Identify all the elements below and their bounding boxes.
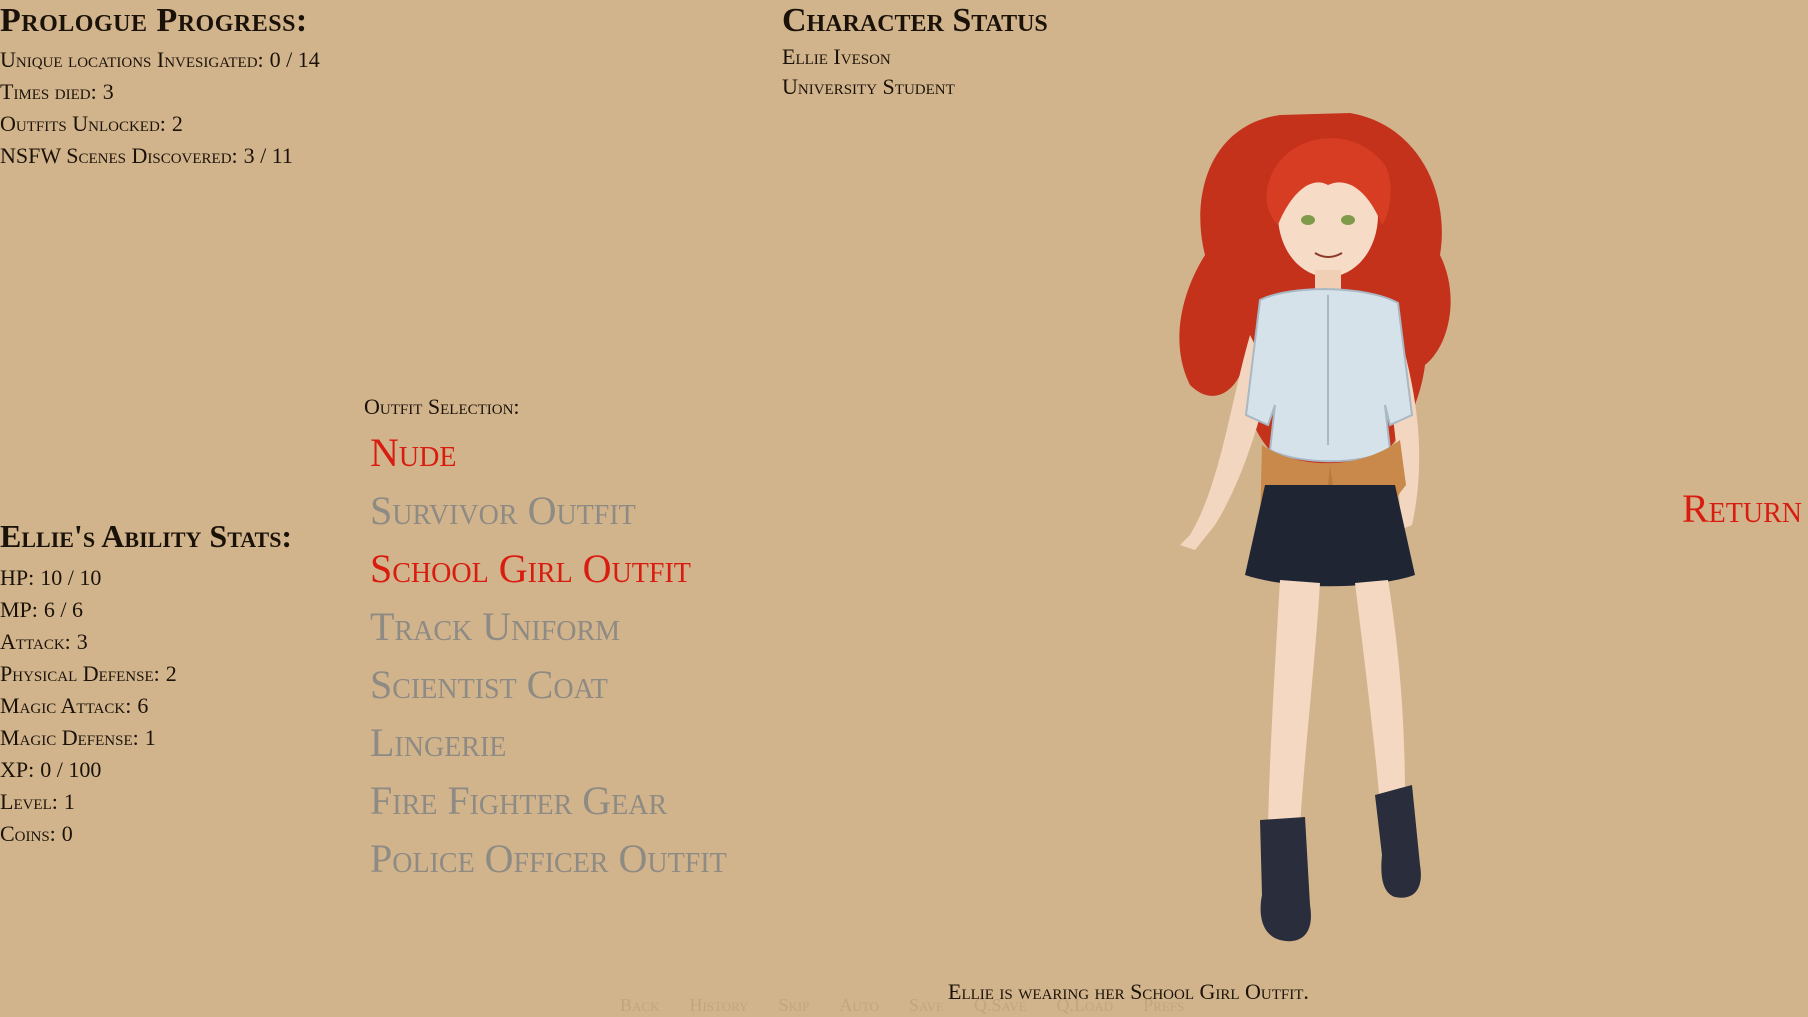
progress-label: Outfits Unlocked: bbox=[0, 111, 166, 136]
progress-scenes-discovered: NSFW Scenes Discovered: 3 / 11 bbox=[0, 140, 620, 172]
outfit-option-school-girl[interactable]: School Girl Outfit bbox=[370, 540, 844, 598]
character-status-panel: Character Status Ellie Iveson University… bbox=[782, 2, 1282, 102]
progress-outfits-unlocked: Outfits Unlocked: 2 bbox=[0, 108, 620, 140]
character-occupation: University Student bbox=[782, 74, 955, 99]
stat-value: 0 / 100 bbox=[40, 757, 102, 782]
boot-right bbox=[1375, 785, 1421, 898]
progress-label: NSFW Scenes Discovered: bbox=[0, 143, 238, 168]
stat-label: Level: bbox=[0, 789, 58, 814]
quick-menu-back[interactable]: Back bbox=[620, 994, 659, 1016]
outfit-option-track-uniform[interactable]: Track Uniform bbox=[370, 598, 844, 656]
progress-value: 3 bbox=[102, 79, 114, 104]
progress-label: Unique locations Invesigated: bbox=[0, 47, 264, 72]
quick-menu-history[interactable]: History bbox=[689, 994, 748, 1016]
stat-physical-defense: Physical Defense: 2 bbox=[0, 658, 360, 690]
outfit-option-nude[interactable]: Nude bbox=[370, 424, 844, 482]
stat-label: Magic Defense: bbox=[0, 725, 139, 750]
stat-label: MP: bbox=[0, 597, 38, 622]
stat-label: Physical Defense: bbox=[0, 661, 160, 686]
progress-value: 2 bbox=[171, 111, 183, 136]
outfit-option-police-officer[interactable]: Police Officer Outfit bbox=[370, 830, 844, 888]
return-button[interactable]: Return bbox=[1682, 484, 1802, 534]
stat-magic-defense: Magic Defense: 1 bbox=[0, 722, 360, 754]
stat-xp: XP: 0 / 100 bbox=[0, 754, 360, 786]
stat-attack: Attack: 3 bbox=[0, 626, 360, 658]
outfit-option-survivor[interactable]: Survivor Outfit bbox=[370, 482, 844, 540]
leg-left bbox=[1268, 580, 1320, 827]
progress-times-died: Times died: 3 bbox=[0, 76, 620, 108]
skirt bbox=[1245, 485, 1415, 587]
progress-label: Times died: bbox=[0, 79, 97, 104]
character-sprite bbox=[1179, 113, 1451, 942]
stat-coins: Coins: 0 bbox=[0, 818, 360, 850]
stat-value: 1 bbox=[63, 789, 75, 814]
progress-locations: Unique locations Invesigated: 0 / 14 bbox=[0, 44, 620, 76]
progress-value: 0 / 14 bbox=[269, 47, 320, 72]
boot-left bbox=[1260, 817, 1311, 942]
stat-label: Magic Attack: bbox=[0, 693, 132, 718]
stat-magic-attack: Magic Attack: 6 bbox=[0, 690, 360, 722]
ability-stats-title: Ellie's Ability Stats: bbox=[0, 518, 293, 554]
stat-value: 2 bbox=[165, 661, 177, 686]
stat-value: 0 bbox=[61, 821, 73, 846]
quick-menu-skip[interactable]: Skip bbox=[778, 994, 809, 1016]
outfit-option-lingerie[interactable]: Lingerie bbox=[370, 714, 844, 772]
stat-value: 1 bbox=[144, 725, 156, 750]
quick-menu-save[interactable]: Save bbox=[909, 994, 944, 1016]
stat-label: XP: bbox=[0, 757, 35, 782]
stat-label: Coins: bbox=[0, 821, 56, 846]
outfit-option-scientist-coat[interactable]: Scientist Coat bbox=[370, 656, 844, 714]
prologue-progress-panel: Prologue Progress: Unique locations Inve… bbox=[0, 2, 620, 172]
stat-level: Level: 1 bbox=[0, 786, 360, 818]
prologue-progress-title: Prologue Progress: bbox=[0, 2, 308, 39]
outfit-selection-panel: Outfit Selection: Nude Survivor Outfit S… bbox=[364, 392, 844, 888]
outfit-option-fire-fighter-gear[interactable]: Fire Fighter Gear bbox=[370, 772, 844, 830]
quick-menu-prefs[interactable]: Prefs bbox=[1143, 994, 1184, 1016]
quick-menu-quick-load[interactable]: Q.Load bbox=[1057, 994, 1114, 1016]
quick-menu-quick-save[interactable]: Q.Save bbox=[974, 994, 1027, 1016]
quick-menu-auto[interactable]: Auto bbox=[839, 994, 878, 1016]
outfit-selection-heading: Outfit Selection: bbox=[364, 394, 520, 419]
stat-value: 10 / 10 bbox=[40, 565, 102, 590]
progress-value: 3 / 11 bbox=[243, 143, 293, 168]
stat-label: HP: bbox=[0, 565, 35, 590]
ability-stats-panel: Ellie's Ability Stats: HP: 10 / 10 MP: 6 /… bbox=[0, 516, 360, 850]
quick-menu: Back History Skip Auto Save Q.Save Q.Loa… bbox=[620, 994, 1184, 1016]
stat-value: 6 bbox=[137, 693, 149, 718]
leg-right bbox=[1355, 580, 1405, 805]
character-name: Ellie Iveson bbox=[782, 44, 891, 69]
stat-value: 6 / 6 bbox=[43, 597, 84, 622]
stat-mp: MP: 6 / 6 bbox=[0, 594, 360, 626]
stat-hp: HP: 10 / 10 bbox=[0, 562, 360, 594]
stat-label: Attack: bbox=[0, 629, 71, 654]
stat-value: 3 bbox=[76, 629, 88, 654]
character-status-title: Character Status bbox=[782, 2, 1048, 39]
